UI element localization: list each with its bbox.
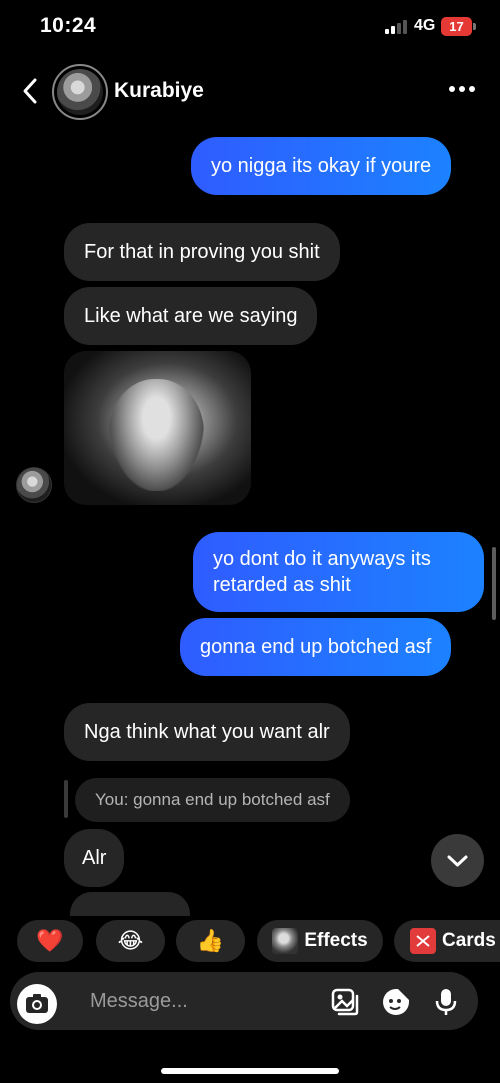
effects-icon [272, 928, 299, 954]
message-text: gonna end up botched asf [200, 636, 432, 658]
laughing-face-icon: 😂 [117, 928, 144, 953]
message-text: yo dont do it anyways its retarded as sh… [213, 548, 431, 596]
gift-card-icon [410, 928, 436, 954]
battery-icon: 17 [441, 17, 472, 36]
cellular-signal-icon [385, 20, 409, 34]
message-outgoing[interactable]: yo nigga its okay if youre [191, 137, 452, 195]
message-incoming-partial [70, 892, 190, 916]
chevron-down-icon [447, 855, 468, 867]
reply-preview-text: You: gonna end up botched asf [95, 790, 330, 809]
effects-button[interactable]: Effects [257, 920, 383, 962]
camera-button[interactable] [17, 984, 57, 1024]
network-type: 4G [414, 17, 436, 34]
message-text: Like what are we saying [84, 305, 298, 327]
more-options-icon[interactable] [447, 86, 477, 94]
thumbs-up-icon: 👍 [196, 928, 225, 953]
home-indicator [161, 1068, 339, 1074]
message-text: Alr [82, 847, 107, 869]
message-outgoing[interactable]: yo dont do it anyways its retarded as sh… [193, 532, 484, 612]
message-input[interactable] [90, 986, 310, 1016]
reply-preview[interactable]: You: gonna end up botched asf [75, 778, 350, 822]
scrollbar[interactable] [492, 547, 496, 620]
sticker-icon[interactable] [380, 986, 412, 1018]
contact-name[interactable]: Kurabiye [114, 79, 204, 103]
message-text: yo nigga its okay if youre [211, 155, 432, 177]
camera-icon [26, 994, 48, 1013]
message-incoming[interactable]: For that in proving you shit [64, 223, 340, 281]
message-text: For that in proving you shit [84, 241, 320, 263]
message-incoming[interactable]: Like what are we saying [64, 287, 318, 345]
message-incoming[interactable]: Nga think what you want alr [64, 703, 350, 761]
heart-icon: ❤️ [36, 928, 64, 953]
quick-reaction-laugh[interactable]: 😂 [96, 920, 165, 962]
status-bar: 10:24 4G 17 [0, 0, 500, 56]
scroll-to-bottom-button[interactable] [431, 834, 484, 887]
sender-avatar[interactable] [16, 467, 52, 503]
battery-tip [473, 23, 476, 30]
microphone-icon[interactable] [430, 986, 462, 1018]
status-time: 10:24 [40, 14, 97, 37]
image-content [109, 379, 204, 491]
effects-label: Effects [304, 930, 368, 951]
quick-reaction-thumbs-up[interactable]: 👍 [176, 920, 245, 962]
message-text: Nga think what you want alr [84, 721, 330, 743]
message-incoming[interactable]: Alr [64, 829, 125, 887]
contact-avatar[interactable] [52, 64, 108, 120]
message-image[interactable] [64, 351, 251, 505]
battery-level: 17 [449, 19, 464, 34]
message-outgoing[interactable]: gonna end up botched asf [180, 618, 452, 676]
cards-label: Cards [442, 930, 496, 951]
quick-reaction-heart[interactable]: ❤️ [17, 920, 83, 962]
reply-indicator-bar [64, 780, 68, 818]
contact-avatar-image [57, 69, 103, 115]
cards-button[interactable]: Cards [394, 920, 500, 962]
back-arrow-icon[interactable] [18, 76, 44, 106]
chat-header: Kurabiye [0, 60, 500, 122]
gallery-icon[interactable] [329, 986, 361, 1018]
